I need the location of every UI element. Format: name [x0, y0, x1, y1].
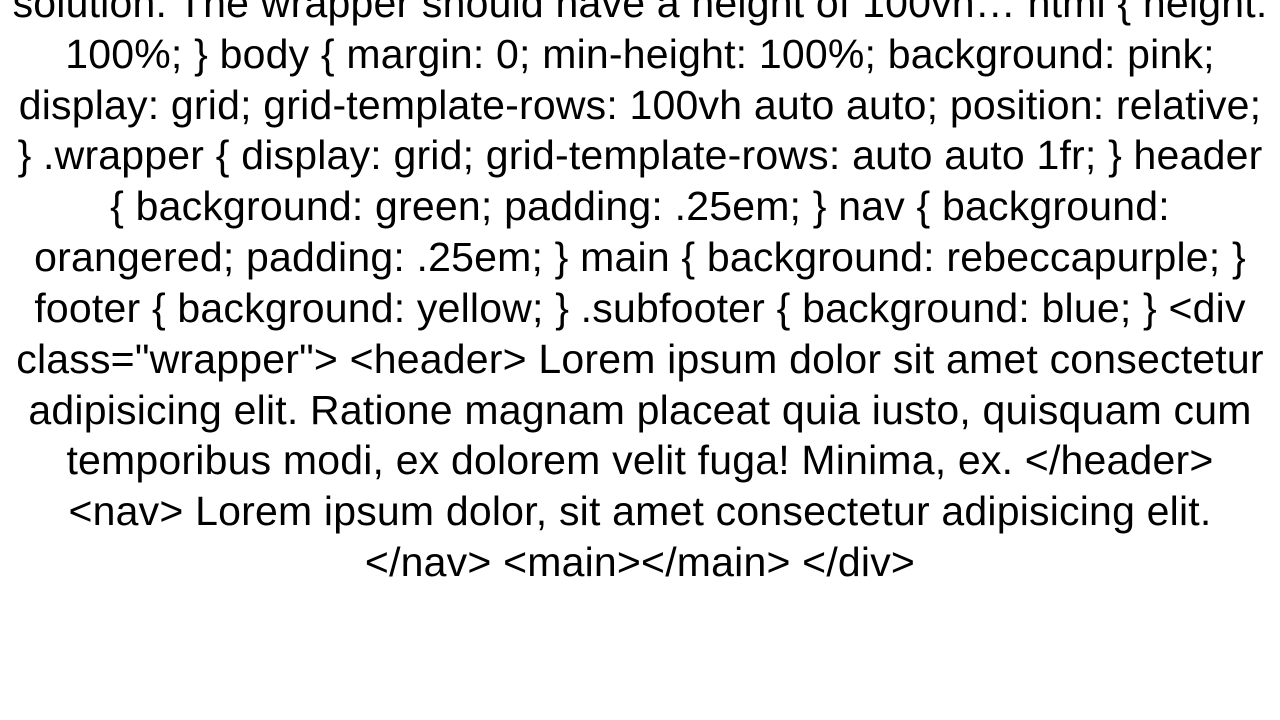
document-body-text: solution. The wrapper should have a heig… [10, 0, 1270, 588]
document-viewport: solution. The wrapper should have a heig… [0, 0, 1280, 720]
